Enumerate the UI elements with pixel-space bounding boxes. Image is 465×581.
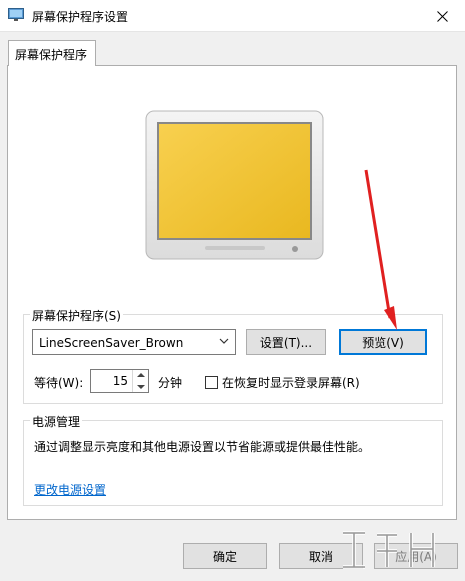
screensaver-select[interactable]: LineScreenSaver_Brown	[32, 329, 236, 355]
ok-button-label: 确定	[212, 549, 237, 564]
logon-checkbox[interactable]	[205, 376, 218, 389]
logon-label: 在恢复时显示登录屏幕(R)	[222, 376, 360, 390]
power-description: 通过调整显示亮度和其他电源设置以节省能源或提供最佳性能。	[34, 440, 371, 454]
monitor-preview	[145, 110, 324, 260]
watermark-logo	[343, 531, 435, 569]
settings-button[interactable]: 设置(T)...	[246, 329, 326, 355]
preview-button[interactable]: 预览(V)	[339, 329, 427, 355]
close-button[interactable]	[419, 0, 465, 32]
spin-down-icon[interactable]	[137, 385, 145, 389]
cancel-button-label: 取消	[308, 549, 333, 564]
title-bar: 屏幕保护程序设置	[0, 0, 465, 32]
display-settings-icon	[8, 8, 24, 21]
power-group-title: 电源管理	[30, 413, 83, 430]
preview-button-label: 预览(V)	[362, 335, 404, 350]
screensaver-group-title: 屏幕保护程序(S)	[30, 307, 123, 324]
spin-arrows[interactable]	[132, 370, 148, 392]
settings-button-label: 设置(T)...	[259, 335, 313, 350]
tab-label: 屏幕保护程序	[15, 48, 88, 62]
power-settings-link[interactable]: 更改电源设置	[34, 481, 106, 498]
close-icon	[436, 10, 448, 22]
wait-label: 等待(W):	[34, 376, 84, 390]
wait-unit: 分钟	[158, 376, 183, 390]
tab-screensaver[interactable]: 屏幕保护程序	[8, 40, 96, 66]
spin-up-icon[interactable]	[137, 373, 145, 377]
wait-spinner[interactable]: 15	[90, 369, 149, 393]
ok-button[interactable]: 确定	[183, 543, 267, 569]
chevron-down-icon	[219, 338, 229, 344]
screensaver-select-value: LineScreenSaver_Brown	[39, 336, 184, 350]
wait-value: 15	[112, 374, 128, 388]
window-title: 屏幕保护程序设置	[32, 10, 129, 24]
